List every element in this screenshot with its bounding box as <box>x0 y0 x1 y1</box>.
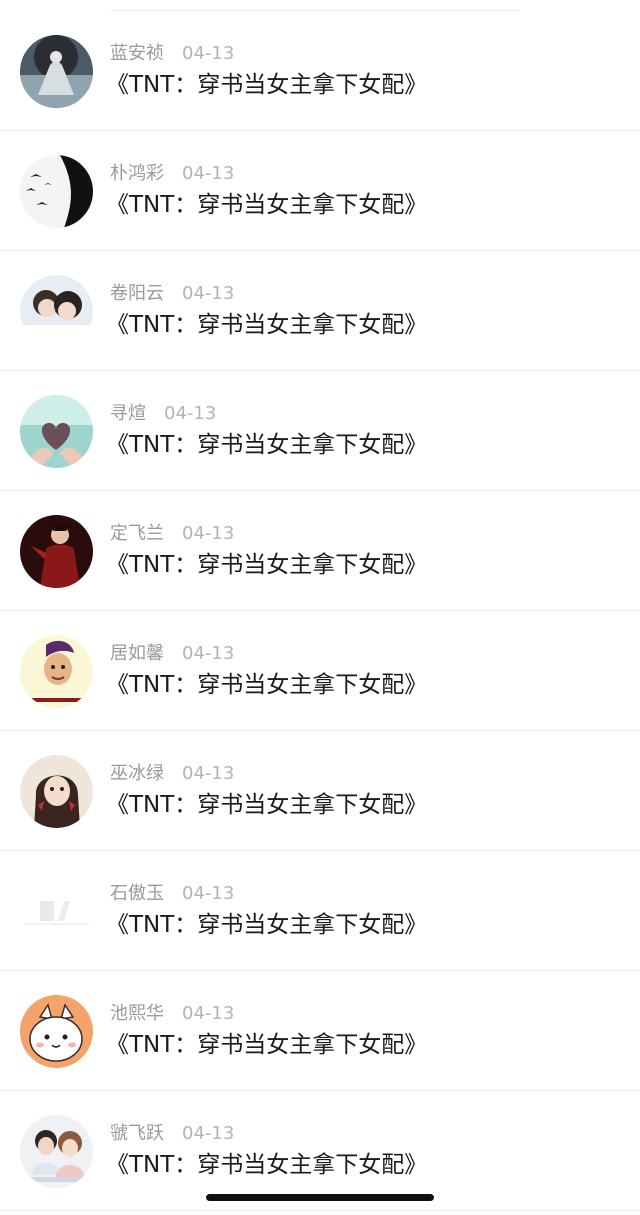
commenter-name[interactable]: 巫冰绿 <box>110 763 164 784</box>
comment-meta: 蓝安祯 04-13 <box>110 43 234 65</box>
commenter-name[interactable]: 居如馨 <box>110 643 164 664</box>
comment-text: 《TNT：穿书当女主拿下女配》 <box>106 792 428 818</box>
comment-date: 04-13 <box>182 883 235 904</box>
list-item[interactable]: 巫冰绿 04-13 《TNT：穿书当女主拿下女配》 <box>0 731 640 851</box>
comment-date: 04-13 <box>182 163 235 184</box>
list-item[interactable]: 朴鸿彩 04-13 《TNT：穿书当女主拿下女配》 <box>0 131 640 251</box>
comment-text: 《TNT：穿书当女主拿下女配》 <box>106 672 428 698</box>
comment-meta: 寻煊 04-13 <box>110 403 216 425</box>
comment-meta: 石傲玉 04-13 <box>110 883 234 905</box>
comment-text: 《TNT：穿书当女主拿下女配》 <box>106 1032 428 1058</box>
list-item[interactable]: 虢飞跃 04-13 《TNT：穿书当女主拿下女配》 <box>0 1091 640 1211</box>
comment-meta: 卷阳云 04-13 <box>110 283 234 305</box>
list-item[interactable]: 蓝安祯 04-13 《TNT：穿书当女主拿下女配》 <box>0 11 640 131</box>
list-item[interactable]: 居如馨 04-13 《TNT：穿书当女主拿下女配》 <box>0 611 640 731</box>
comment-meta: 巫冰绿 04-13 <box>110 763 234 785</box>
avatar-hands-heart-icon[interactable] <box>20 395 93 468</box>
commenter-name[interactable]: 石傲玉 <box>110 883 164 904</box>
comment-date: 04-13 <box>182 1123 235 1144</box>
avatar-faded-white-icon[interactable] <box>20 875 93 948</box>
commenter-name[interactable]: 寻煊 <box>110 403 146 424</box>
comment-text: 《TNT：穿书当女主拿下女配》 <box>106 912 428 938</box>
avatar-bw-birds-icon[interactable] <box>20 155 93 228</box>
commenter-name[interactable]: 蓝安祯 <box>110 43 164 64</box>
list-item[interactable]: 石傲玉 04-13 《TNT：穿书当女主拿下女配》 <box>0 851 640 971</box>
avatar-dark-red-icon[interactable] <box>20 515 93 588</box>
avatar-dark-figure-icon[interactable] <box>20 35 93 108</box>
commenter-name[interactable]: 卷阳云 <box>110 283 164 304</box>
comment-date: 04-13 <box>182 1003 235 1024</box>
commenter-name[interactable]: 朴鸿彩 <box>110 163 164 184</box>
comment-meta: 朴鸿彩 04-13 <box>110 163 234 185</box>
comment-meta: 居如馨 04-13 <box>110 643 234 665</box>
comment-date: 04-13 <box>182 643 235 664</box>
avatar-couple-icon[interactable] <box>20 275 93 348</box>
comment-list: 蓝安祯 04-13 《TNT：穿书当女主拿下女配》 朴鸿彩 04-13 《TNT：穿… <box>0 11 640 1211</box>
comment-date: 04-13 <box>182 763 235 784</box>
list-item[interactable]: 寻煊 04-13 《TNT：穿书当女主拿下女配》 <box>0 371 640 491</box>
comment-text: 《TNT：穿书当女主拿下女配》 <box>106 192 428 218</box>
comment-date: 04-13 <box>182 523 235 544</box>
list-item[interactable]: 定飞兰 04-13 《TNT：穿书当女主拿下女配》 <box>0 491 640 611</box>
list-item[interactable]: 池熙华 04-13 《TNT：穿书当女主拿下女配》 <box>0 971 640 1091</box>
comment-date: 04-13 <box>182 43 235 64</box>
comment-meta: 定飞兰 04-13 <box>110 523 234 545</box>
comment-text: 《TNT：穿书当女主拿下女配》 <box>106 552 428 578</box>
commenter-name[interactable]: 虢飞跃 <box>110 1123 164 1144</box>
commenter-name[interactable]: 池熙华 <box>110 1003 164 1024</box>
comment-text: 《TNT：穿书当女主拿下女配》 <box>106 312 428 338</box>
commenter-name[interactable]: 定飞兰 <box>110 523 164 544</box>
comment-date: 04-13 <box>182 283 235 304</box>
home-indicator[interactable] <box>206 1194 434 1201</box>
comment-date: 04-13 <box>164 403 217 424</box>
comment-text: 《TNT：穿书当女主拿下女配》 <box>106 432 428 458</box>
avatar-cartoon-bunny-icon[interactable] <box>20 995 93 1068</box>
list-item[interactable]: 卷阳云 04-13 《TNT：穿书当女主拿下女配》 <box>0 251 640 371</box>
avatar-couple-photo-icon[interactable] <box>20 1115 93 1188</box>
avatar-cartoon-face-icon[interactable] <box>20 635 93 708</box>
comment-meta: 池熙华 04-13 <box>110 1003 234 1025</box>
comment-text: 《TNT：穿书当女主拿下女配》 <box>106 72 428 98</box>
avatar-girl-portrait-icon[interactable] <box>20 755 93 828</box>
comment-meta: 虢飞跃 04-13 <box>110 1123 234 1145</box>
comment-text: 《TNT：穿书当女主拿下女配》 <box>106 1152 428 1178</box>
